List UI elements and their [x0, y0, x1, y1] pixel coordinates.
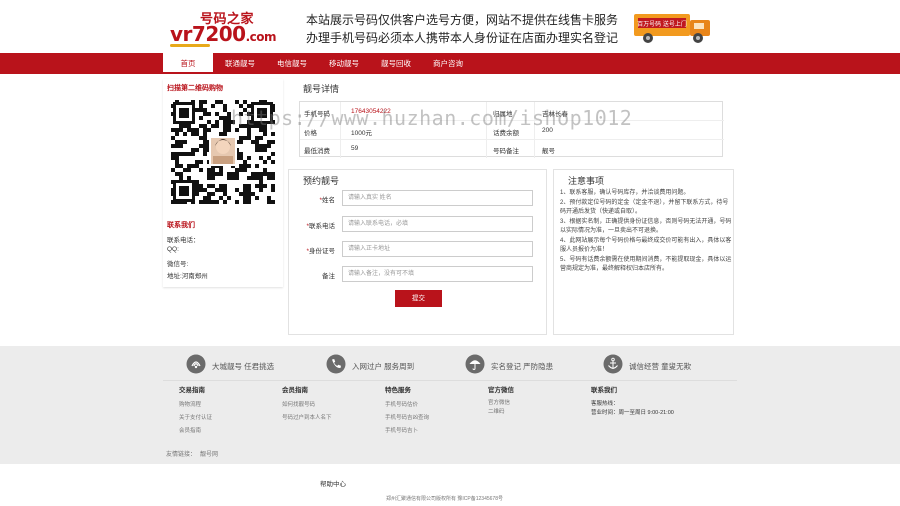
notes-body: 1、联系客服，确认号码库存，并洽谈费用问题。 2、预付款定位号码的定金（定金不退… — [560, 189, 732, 275]
header-slogan: 本站展示号码仅供客户选号方便，网站不提供在线售卡服务 办理手机号码必须本人携带本… — [306, 11, 618, 47]
footer-link[interactable]: 手机号码吉卜 — [385, 426, 418, 434]
phone-input[interactable] — [342, 216, 533, 232]
value-phone-number: 17643054222 — [351, 108, 391, 115]
remark-label: 备注 — [322, 273, 335, 280]
remark-input[interactable] — [342, 266, 533, 282]
nav-item-mobile[interactable]: 移动靓号 — [319, 53, 369, 74]
reserve-form-panel: 预约靓号 *姓名 *联系电话 *身份证号 备注 提交 — [288, 169, 547, 335]
note-item: 3、根据实名制，正确提供身份证信息，否则号码无法开通，号码以实际情况为准，一旦卖… — [560, 218, 732, 235]
main-nav: 首页 联通靓号 电信靓号 移动靓号 靓号回收 商户咨询 — [0, 53, 900, 74]
value-min-consumption: 59 — [351, 145, 359, 152]
id-input[interactable] — [342, 241, 533, 257]
value-price: 1000元 — [351, 130, 372, 137]
footer-col-title: 官方微信 — [488, 387, 514, 394]
form-title: 预约靓号 — [303, 176, 340, 186]
footer-hotline: 客服热线： — [591, 401, 619, 407]
phone-icon — [326, 354, 346, 374]
truck-text: 百万号码 送号上门 — [637, 20, 687, 28]
nav-item-merchant[interactable]: 商户咨询 — [423, 53, 473, 74]
contact-wechat: 微信号: — [167, 261, 189, 268]
site-logo[interactable]: 号码之家 vr7200.com — [168, 6, 278, 48]
contact-title: 联系我们 — [167, 222, 195, 229]
signal-icon — [186, 354, 206, 374]
name-input[interactable] — [342, 190, 533, 206]
qr-title: 扫描第二维码购物 — [167, 85, 223, 92]
value-balance: 200 — [542, 127, 553, 134]
label-min-consumption: 最低消费 — [304, 148, 330, 155]
qr-code-image — [171, 100, 275, 204]
friend-link[interactable]: 靓号网 — [200, 452, 218, 458]
logo-swoosh — [170, 44, 210, 47]
value-location: 吉林长春 — [542, 111, 568, 118]
footer-link[interactable]: 购物流程 — [179, 400, 201, 408]
label-location: 归属地 — [493, 111, 513, 118]
footer-divider — [163, 380, 737, 381]
notes-title: 注意事项 — [568, 176, 605, 186]
logo-domain: vr7200.com — [170, 22, 277, 46]
sidebar: 扫描第二维码购物 联系我们 联系电话： QQ: 微信号: 地址:河南郑州 — [163, 79, 283, 287]
footer-link[interactable]: 号码过户到本人名下 — [282, 413, 332, 421]
label-phone-number: 手机号码 — [304, 111, 330, 118]
detail-title: 靓号详情 — [303, 84, 340, 94]
footer-link[interactable]: 手机号码估价 — [385, 400, 418, 408]
note-item: 1、联系客服，确认号码库存，并洽谈费用问题。 — [560, 190, 690, 196]
site-footer: 大城靓号 任君挑选 入网过户 服务周到 实名登记 严防隐患 诚信经营 童叟无欺 … — [0, 346, 900, 464]
id-label: *身份证号 — [306, 248, 335, 255]
footer-link[interactable]: 会员指南 — [179, 426, 201, 434]
value-remark: 靓号 — [542, 148, 555, 155]
footer-col-title: 联系我们 — [591, 387, 617, 394]
nav-item-telecom[interactable]: 电信靓号 — [267, 53, 317, 74]
footer-col-title: 交易指南 — [179, 387, 205, 394]
umbrella-icon — [465, 354, 485, 374]
footer-col-title: 会员指南 — [282, 387, 308, 394]
label-balance: 话费余额 — [493, 130, 519, 137]
wechat-qr-placeholder: 官方微信 — [488, 400, 511, 406]
contact-phone: 联系电话： — [167, 237, 200, 244]
note-item: 4、此网站展示每个号码价格与最终成交价可能有出入，具体以客服人员报价为准！ — [560, 237, 732, 254]
friend-links: 友情链接： 靓号网 — [166, 452, 219, 458]
footer-link[interactable]: 如何找靓号码 — [282, 400, 315, 408]
label-remark: 号码备注 — [493, 148, 519, 155]
footer-hours: 营业时间：周一至周日 9:00-21:00 — [591, 410, 674, 416]
contact-address: 地址:河南郑州 — [167, 273, 208, 280]
anchor-icon — [603, 354, 623, 374]
site-header: 号码之家 vr7200.com 本站展示号码仅供客户选号方便，网站不提供在线售卡… — [0, 0, 900, 53]
help-center-link[interactable]: 帮助中心 — [320, 478, 346, 488]
wechat-qr-caption: 二维码 — [488, 409, 505, 415]
nav-item-home[interactable]: 首页 — [163, 53, 213, 74]
note-item: 2、预付款定位号码的定金（定金不退），并留下联系方式，待号码开通后发货（快递或自… — [560, 199, 729, 216]
slogan-line-2: 办理手机号码必须本人携带本人身份证在店面办理实名登记 — [306, 31, 619, 45]
slogan-line-1: 本站展示号码仅供客户选号方便，网站不提供在线售卡服务 — [306, 13, 619, 27]
submit-button[interactable]: 提交 — [395, 290, 442, 307]
label-price: 价格 — [304, 130, 317, 137]
footer-link[interactable]: 关于支付认证 — [179, 413, 212, 421]
notes-panel: 注意事项 1、联系客服，确认号码库存，并洽谈费用问题。 2、预付款定位号码的定金… — [553, 169, 734, 335]
footer-link[interactable]: 手机号码吉凶查询 — [385, 413, 429, 421]
number-detail-table: 手机号码 17643054222 归属地 吉林长春 价格 1000元 话费余额 … — [299, 101, 724, 158]
nav-item-unicom[interactable]: 联通靓号 — [215, 53, 265, 74]
delivery-truck-icon: 百万号码 送号上门 — [634, 14, 710, 43]
phone-label: *联系电话 — [306, 223, 335, 230]
copyright: 郑州汇聚通信有限公司版权所有 豫ICP备12345678号 — [386, 496, 503, 502]
name-label: *姓名 — [319, 197, 335, 204]
footer-col-title: 特色服务 — [385, 387, 411, 394]
nav-item-recycle[interactable]: 靓号回收 — [371, 53, 421, 74]
contact-qq: QQ: — [167, 246, 179, 253]
note-item: 5、号码有话费余额需在使用期间消费，不能提取现金，具体以运营商规定为准，最终解释… — [560, 256, 732, 273]
